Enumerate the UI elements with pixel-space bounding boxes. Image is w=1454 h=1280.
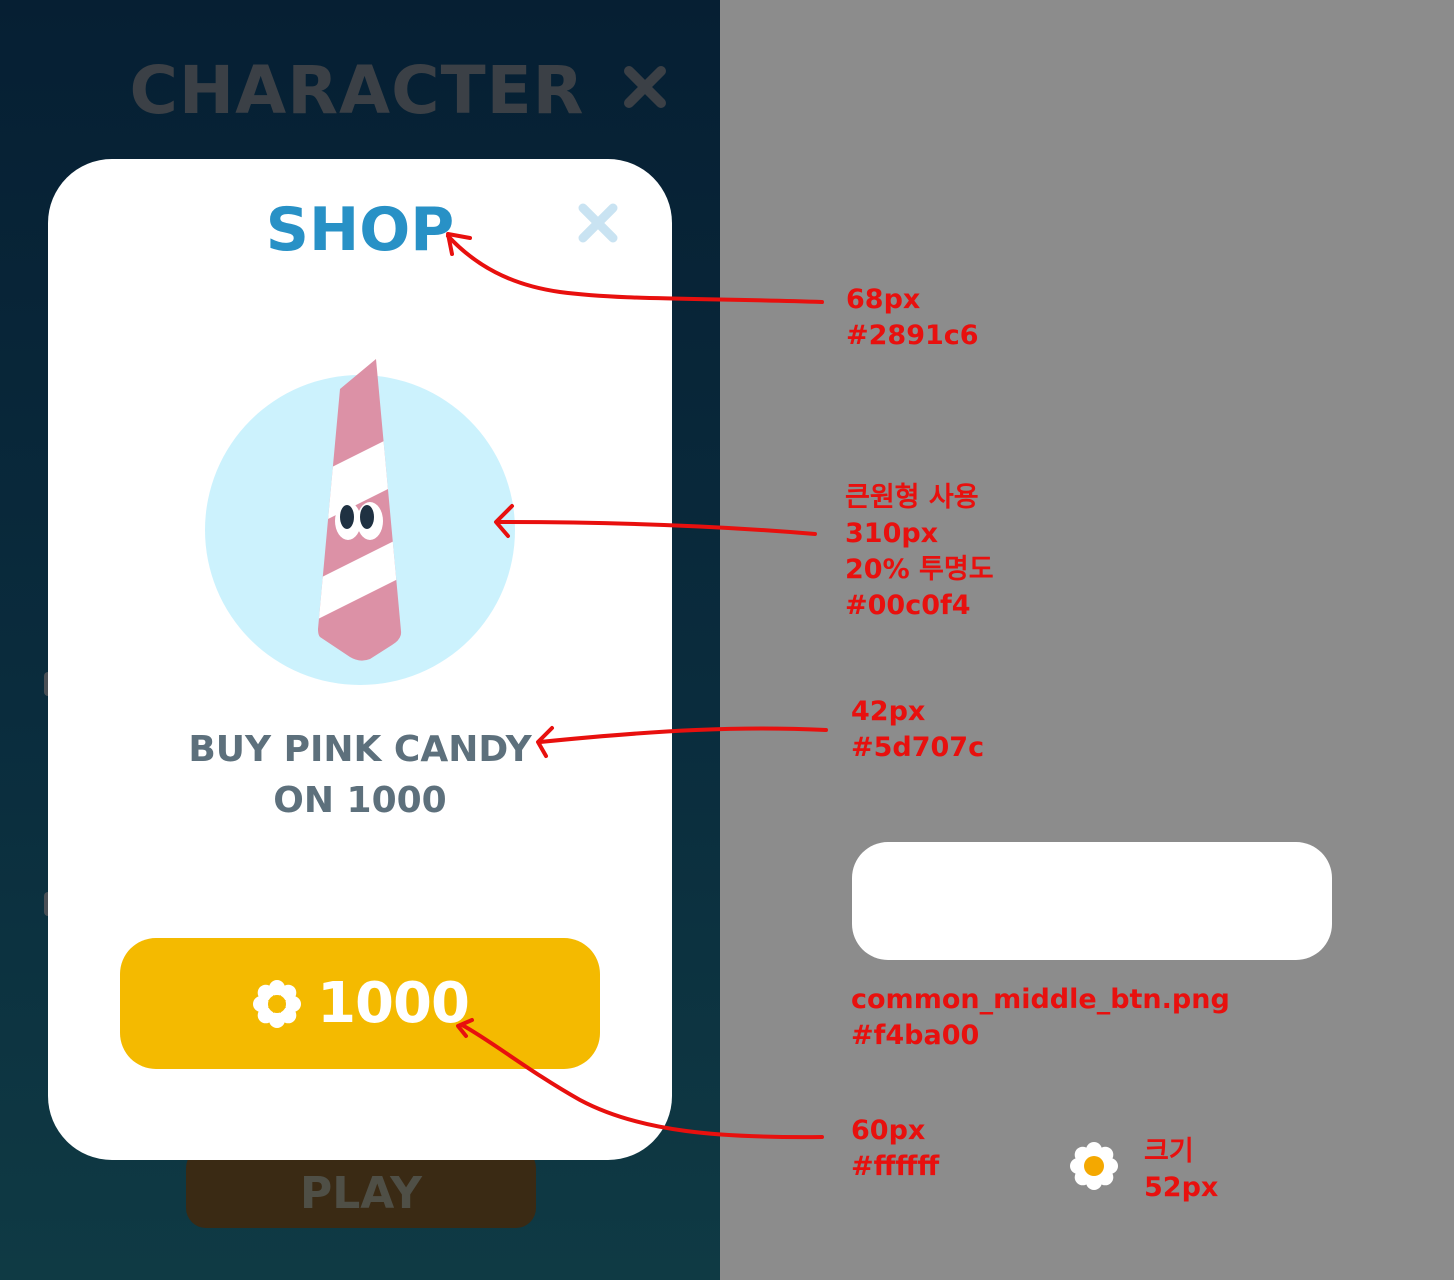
- annotation-text: 20% 투명도: [845, 554, 994, 585]
- annotation-title-spec: 68px #2891c6: [846, 282, 979, 354]
- annotation-text: #f4ba00: [851, 1020, 980, 1051]
- annotation-price-spec: 60px #ffffff: [851, 1113, 939, 1185]
- character-screen-title: CHARACTER: [129, 52, 585, 129]
- buy-message: BUY PINK CANDY ON 1000: [48, 724, 672, 826]
- annotation-button-spec: common_middle_btn.png #f4ba00: [851, 982, 1230, 1054]
- annotation-icon-spec: 크기 52px: [1144, 1134, 1218, 1206]
- game-screen: CHARACTER PLAY SHOP BUY PINK CANDY ON 10…: [0, 0, 720, 1280]
- annotation-text: 42px: [851, 696, 926, 727]
- flower-spec-icon: [1070, 1142, 1118, 1190]
- buy-message-line-1: BUY PINK CANDY: [188, 729, 532, 770]
- buy-message-line-2: ON 1000: [273, 780, 447, 821]
- buy-button[interactable]: 1000: [120, 938, 600, 1069]
- annotation-text: 52px: [1144, 1172, 1219, 1203]
- shop-popup: SHOP BUY PINK CANDY ON 1000 1000: [48, 159, 672, 1160]
- annotation-message-spec: 42px #5d707c: [851, 694, 984, 766]
- annotation-text: 크기: [1144, 1136, 1194, 1167]
- annotation-text: 60px: [851, 1115, 926, 1146]
- play-button: PLAY: [186, 1148, 536, 1228]
- annotation-text: #ffffff: [851, 1151, 940, 1182]
- annotation-text: 큰원형 사용: [845, 482, 979, 513]
- buy-button-price: 1000: [317, 971, 470, 1036]
- close-icon[interactable]: [575, 200, 621, 246]
- flower-icon: [253, 979, 302, 1028]
- button-spec-sample: [852, 842, 1332, 960]
- background-close-icon: [624, 66, 666, 108]
- play-button-label: PLAY: [300, 1168, 422, 1219]
- annotation-text: #2891c6: [846, 320, 979, 351]
- annotation-text: 68px: [846, 284, 921, 315]
- annotation-text: 310px: [845, 518, 939, 549]
- pink-candy-character-icon: [318, 359, 402, 661]
- annotation-text: #5d707c: [851, 732, 985, 763]
- annotation-text: common_middle_btn.png: [851, 984, 1230, 1015]
- annotation-circle-spec: 큰원형 사용 310px 20% 투명도 #00c0f4: [845, 480, 994, 624]
- annotation-text: #00c0f4: [845, 590, 971, 621]
